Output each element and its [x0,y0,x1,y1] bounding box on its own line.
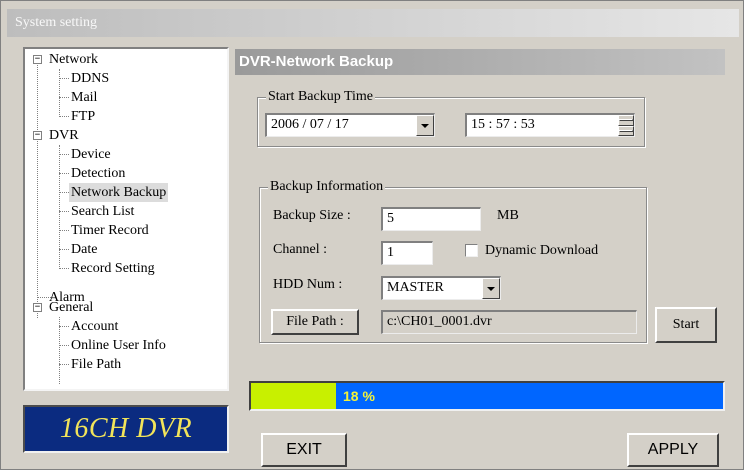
hdd-num-dropdown[interactable]: MASTER [381,276,501,300]
tree-item-network-backup[interactable]: Network Backup [69,183,169,202]
tree-line [59,317,60,384]
tree-item-date[interactable]: Date [69,240,99,259]
tree-line [59,78,69,79]
panel-title: DVR-Network Backup [235,49,725,75]
tree-line [59,345,69,346]
tree-item-ftp[interactable]: FTP [69,107,97,126]
tree-item-network[interactable]: Network [47,50,100,69]
backup-size-input[interactable]: 5 [381,207,481,231]
tree-line [59,230,69,231]
tree-line [59,154,69,155]
dynamic-download-checkbox[interactable] [465,244,478,257]
hdd-num-label: HDD Num : [273,277,343,292]
tree-line [37,63,38,318]
channel-label: Channel : [273,242,328,257]
group-label: Start Backup Time [266,89,376,105]
exit-button[interactable]: EXIT [261,433,347,467]
backup-size-unit: MB [497,208,519,223]
spin-down-icon[interactable] [618,125,634,136]
time-spin-buttons[interactable] [618,115,634,136]
tree-item-detection[interactable]: Detection [69,164,127,183]
tree-item-dvr[interactable]: DVR [47,126,81,145]
backup-size-label: Backup Size : [273,208,351,223]
backup-time-value: 15 : 57 : 53 [471,117,535,132]
tree-line [59,249,69,250]
chevron-down-icon[interactable] [482,278,500,299]
tree-line [59,211,69,212]
tree-line [59,145,60,269]
file-path-button[interactable]: File Path : [271,309,359,335]
hdd-num-value: MASTER [387,280,444,295]
tree-item-account[interactable]: Account [69,317,120,336]
progress-text: 18 % [343,388,375,404]
window-title: System setting [7,9,739,37]
tree-line [59,192,69,193]
system-setting-window: System setting − − − Network DDNS Mail F… [0,0,744,470]
apply-button[interactable]: APPLY [627,433,719,467]
product-logo: 16CH DVR [23,405,229,453]
tree-item-ddns[interactable]: DDNS [69,69,111,88]
backup-progress-bar: 18 % [249,381,725,411]
tree-collapse-icon[interactable]: − [33,131,42,140]
tree-collapse-icon[interactable]: − [33,303,42,312]
tree-line [59,326,69,327]
backup-date-value: 2006 / 07 / 17 [271,117,349,132]
tree-item-mail[interactable]: Mail [69,88,99,107]
tree-item-online-user-info[interactable]: Online User Info [69,336,168,355]
channel-input[interactable]: 1 [381,241,433,265]
tree-line [59,69,60,117]
tree-item-device[interactable]: Device [69,145,113,164]
tree-line [59,268,69,269]
progress-fill [251,383,336,409]
tree-line [59,173,69,174]
tree-item-search-list[interactable]: Search List [69,202,136,221]
backup-date-dropdown[interactable]: 2006 / 07 / 17 [265,113,435,137]
tree-item-record-setting[interactable]: Record Setting [69,259,157,278]
tree-line [59,116,69,117]
start-button[interactable]: Start [655,307,717,343]
tree-item-file-path[interactable]: File Path [69,355,123,374]
file-path-field: c:\CH01_0001.dvr [381,310,637,334]
tree-line [59,364,69,365]
chevron-down-icon[interactable] [416,115,434,136]
tree-item-timer-record[interactable]: Timer Record [69,221,151,240]
dynamic-download-label[interactable]: Dynamic Download [485,242,598,260]
tree-collapse-icon[interactable]: − [33,55,42,64]
tree-line [59,97,69,98]
spin-up-icon[interactable] [618,115,634,126]
settings-tree: − − − Network DDNS Mail FTP DVR Device D… [23,47,229,391]
tree-item-general[interactable]: General [47,298,95,317]
backup-time-spinner[interactable]: 15 : 57 : 53 [465,113,635,137]
group-label: Backup Information [268,179,386,195]
